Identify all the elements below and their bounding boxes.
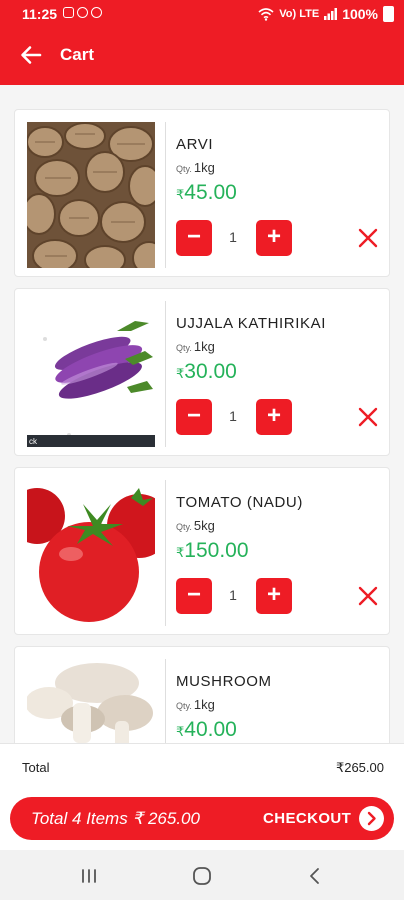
item-price: ₹40.00 (176, 718, 237, 741)
item-quantity: Qty. 1kg (176, 339, 215, 354)
increase-quantity-button[interactable]: + (256, 220, 292, 256)
cart-item: ARVI Qty. 1kg ₹45.00 − 1 + (14, 109, 390, 277)
total-value: ₹265.00 (335, 760, 384, 775)
quantity-value: 1 (229, 229, 237, 245)
wifi-icon (258, 7, 274, 21)
checkout-label: CHECKOUT (263, 810, 352, 827)
cart-item: MUSHROOM Qty.1kg ₹40.00 − 1 + (14, 646, 390, 743)
arrow-left-icon[interactable] (18, 42, 44, 68)
remove-item-icon[interactable] (357, 227, 379, 249)
increase-quantity-button[interactable]: + (256, 578, 292, 614)
signal-label: Vo) LTE (279, 8, 320, 20)
page-title: Cart (60, 45, 95, 64)
battery-icon (383, 6, 394, 22)
taro-root-image (27, 122, 155, 268)
tomato-image (27, 480, 155, 626)
app-bar: Cart (0, 28, 404, 85)
system-nav-bar (0, 850, 404, 900)
item-name: ARVI (176, 136, 214, 153)
checkout-footer: Total 4 Items ₹ 265.00 CHECKOUT (0, 787, 404, 850)
status-time: 11:25 (22, 6, 58, 22)
cart-list[interactable]: ARVI Qty. 1kg ₹45.00 − 1 + ck UJJALA KAT… (0, 85, 404, 743)
home-icon[interactable] (191, 865, 213, 887)
status-bar: 11:25 Vo) LTE 100% (0, 0, 404, 28)
purple-eggplant-image: ck (27, 301, 155, 447)
checkout-summary: Total 4 Items ₹ 265.00 (31, 809, 200, 828)
app-notification-icon (91, 7, 102, 18)
chevron-right-icon (359, 806, 384, 831)
svg-text:ck: ck (29, 437, 38, 446)
item-name: UJJALA KATHIRIKAI (176, 315, 326, 332)
item-price: ₹30.00 (176, 360, 237, 383)
item-quantity: Qty. 1kg (176, 160, 215, 175)
checkout-button[interactable]: Total 4 Items ₹ 265.00 CHECKOUT (10, 797, 394, 840)
item-quantity: Qty. 1kg (176, 697, 215, 712)
item-price: ₹45.00 (176, 181, 237, 204)
cart-item: TOMATO (NADU) Qty. 5kg ₹150.00 − 1 + (14, 467, 390, 635)
cart-total-row: Total ₹265.00 (0, 743, 404, 787)
item-price: ₹150.00 (176, 539, 249, 562)
cellular-signal-icon (324, 8, 338, 20)
battery-percent: 100% (342, 6, 378, 22)
item-name: TOMATO (NADU) (176, 494, 303, 511)
cart-item: ck UJJALA KATHIRIKAI Qty. 1kg ₹30.00 − 1 … (14, 288, 390, 456)
nav-back-icon[interactable] (304, 865, 326, 887)
total-label: Total (22, 760, 50, 775)
remove-item-icon[interactable] (357, 585, 379, 607)
item-name: MUSHROOM (176, 673, 272, 690)
gallery-notification-icon (63, 7, 74, 18)
recents-icon[interactable] (78, 865, 100, 887)
notification-icons (63, 7, 102, 18)
item-quantity: Qty. 5kg (176, 518, 215, 533)
increase-quantity-button[interactable]: + (256, 399, 292, 435)
decrease-quantity-button[interactable]: − (176, 578, 212, 614)
quantity-value: 1 (229, 587, 237, 603)
mushroom-image (27, 659, 155, 743)
remove-item-icon[interactable] (357, 406, 379, 428)
app-notification-icon (77, 7, 88, 18)
decrease-quantity-button[interactable]: − (176, 220, 212, 256)
quantity-value: 1 (229, 408, 237, 424)
decrease-quantity-button[interactable]: − (176, 399, 212, 435)
